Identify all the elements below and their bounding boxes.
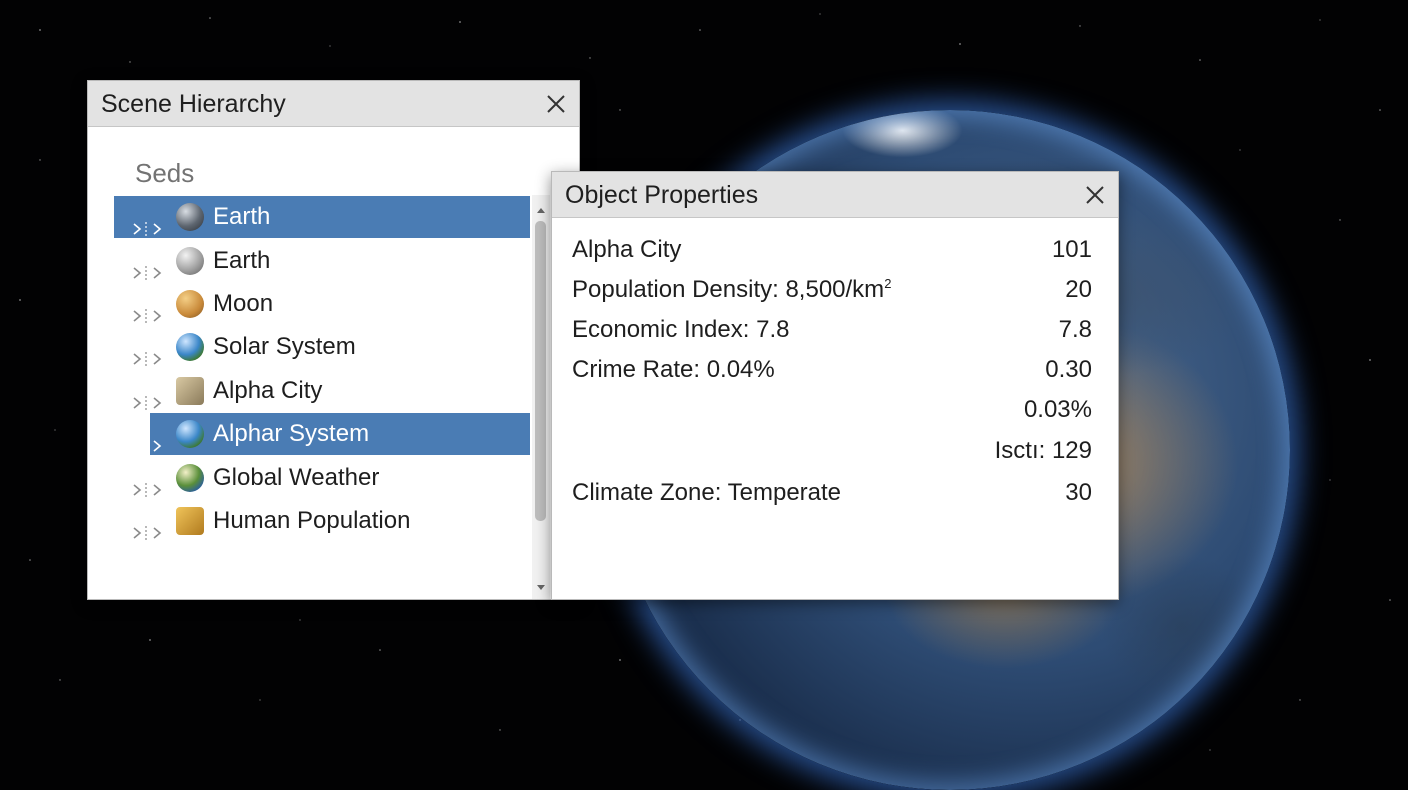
tree-item-label: Global Weather	[213, 464, 380, 491]
property-name-text: Economic Index: 7.8	[572, 316, 790, 343]
weather-globe-icon	[176, 464, 204, 492]
object-properties-titlebar[interactable]: Object Properties	[552, 172, 1118, 218]
property-row: Population Density: 8,500/km2 20	[572, 276, 1092, 310]
tree-item[interactable]: Solar System	[114, 326, 530, 368]
property-name: Climate Zone: Temperate	[572, 479, 841, 507]
tree-item[interactable]: Global Weather	[114, 457, 530, 499]
population-box-icon	[176, 507, 204, 535]
property-name: Alpha City	[572, 236, 681, 264]
tree-item-label: Solar System	[213, 333, 356, 360]
tree-item[interactable]: Earth	[114, 196, 530, 238]
property-name-text: Climate Zone: Temperate	[572, 479, 842, 506]
property-row: Alpha City 101	[572, 236, 1092, 270]
scrollbar[interactable]	[532, 195, 550, 599]
expand-chevron-icon[interactable]	[132, 253, 166, 280]
property-name: Crime Rate: 0.04%	[572, 356, 775, 384]
sphere-dark-icon	[176, 203, 204, 231]
scroll-up-arrow-icon[interactable]	[534, 203, 548, 217]
sphere-orange-icon	[176, 290, 204, 318]
property-name-text: Crime Rate: 0.04%	[572, 356, 775, 383]
property-name-text: Alpha City	[572, 236, 682, 263]
tree-item[interactable]: Alpha City	[114, 370, 530, 412]
tree-item-label: Alpha City	[213, 377, 323, 404]
tree-item-label: Alphar System	[213, 420, 370, 447]
unit-superscript: 2	[884, 276, 892, 291]
expand-chevron-icon[interactable]	[132, 426, 166, 453]
property-value: 30	[1065, 479, 1092, 506]
property-value: 20	[1065, 276, 1092, 303]
scene-hierarchy-titlebar[interactable]: Scene Hierarchy	[88, 81, 579, 127]
expand-chevron-icon[interactable]	[132, 209, 166, 236]
property-row: Climate Zone: Temperate 30	[572, 479, 1092, 513]
scroll-down-arrow-icon[interactable]	[534, 581, 548, 595]
property-name: Economic Index: 7.8	[572, 316, 789, 344]
close-icon[interactable]	[1084, 184, 1106, 206]
property-value: 101	[1051, 236, 1092, 263]
property-value: Isctı: 129	[994, 437, 1092, 464]
scene-hierarchy-panel: Scene Hierarchy Seds Earth Earth Moon Solar…	[87, 80, 580, 600]
property-row: Isctı: 129	[572, 437, 1092, 471]
tree-item[interactable]: Human Population	[114, 500, 530, 542]
globe-icon	[176, 333, 204, 361]
tree-item-label: Earth	[213, 247, 271, 274]
property-row: Crime Rate: 0.04% 0.30	[572, 356, 1092, 390]
tree-item[interactable]: Alphar System	[133, 413, 530, 455]
property-row: 0.03%	[572, 396, 1092, 430]
globe-icon	[176, 420, 204, 448]
expand-chevron-icon[interactable]	[132, 470, 166, 497]
section-label: Seds	[135, 158, 195, 188]
tree-item[interactable]: Earth	[114, 240, 530, 282]
expand-chevron-icon[interactable]	[132, 339, 166, 366]
property-row: Economic Index: 7.8 7.8	[572, 316, 1092, 350]
expand-chevron-icon[interactable]	[132, 383, 166, 410]
property-value: 7.8	[1058, 316, 1092, 343]
property-value: 0.30	[1045, 356, 1092, 383]
sphere-gray-icon	[176, 247, 204, 275]
scrollbar-thumb[interactable]	[535, 221, 546, 521]
expand-chevron-icon[interactable]	[132, 513, 166, 540]
tree-item-label: Moon	[213, 290, 274, 317]
expand-chevron-icon[interactable]	[132, 296, 166, 323]
tree-item[interactable]: Moon	[114, 283, 530, 325]
property-name-text: Population Density: 8,500/km	[572, 276, 885, 303]
property-value: 0.03%	[1023, 396, 1092, 423]
scene-hierarchy-title: Scene Hierarchy	[101, 90, 286, 118]
property-name: Population Density: 8,500/km2	[572, 276, 891, 304]
tree-item-label: Earth	[213, 203, 271, 230]
close-icon[interactable]	[545, 93, 567, 115]
object-properties-title: Object Properties	[565, 181, 759, 209]
tree-item-label: Human Population	[213, 507, 411, 534]
object-properties-panel: Object Properties Alpha City 101 Populatio…	[551, 171, 1119, 600]
city-icon	[176, 377, 204, 405]
